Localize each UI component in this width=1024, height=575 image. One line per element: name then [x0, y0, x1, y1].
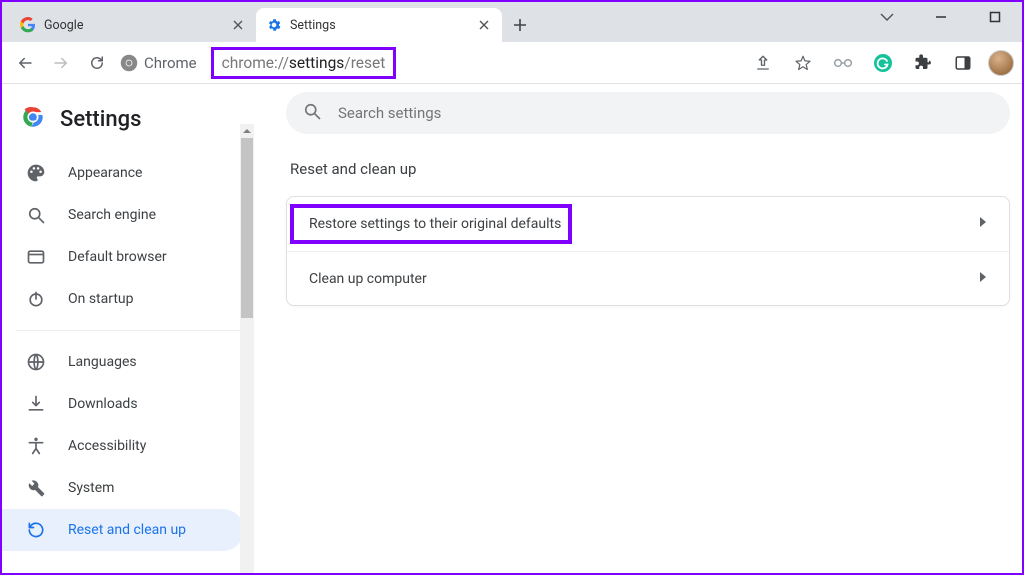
- row-label: Clean up computer: [309, 271, 427, 287]
- sidebar-item-downloads[interactable]: Downloads: [2, 383, 244, 425]
- settings-search[interactable]: [286, 92, 1010, 134]
- window-maximize-button[interactable]: [980, 8, 1010, 26]
- sidebar-item-label: Appearance: [68, 165, 142, 181]
- sidebar-item-languages[interactable]: Languages: [2, 341, 244, 383]
- close-icon[interactable]: [230, 17, 246, 33]
- sidebar-item-search-engine[interactable]: Search engine: [2, 194, 244, 236]
- tab-settings[interactable]: Settings: [256, 8, 502, 42]
- chrome-icon: [120, 54, 138, 72]
- toolbar: Chrome chrome://settings/reset: [2, 42, 1022, 84]
- tab-google[interactable]: Google: [10, 8, 256, 42]
- new-tab-button[interactable]: [506, 11, 534, 39]
- power-icon: [26, 289, 46, 309]
- sidebar-item-label: Accessibility: [68, 438, 146, 454]
- sidebar-item-reset[interactable]: Reset and clean up: [2, 509, 244, 551]
- download-icon: [26, 394, 46, 414]
- bookmark-icon[interactable]: [788, 48, 818, 78]
- chevron-right-icon: [979, 216, 987, 232]
- settings-favicon-icon: [266, 17, 282, 33]
- sidebar-item-accessibility[interactable]: Accessibility: [2, 425, 244, 467]
- close-icon[interactable]: [476, 17, 492, 33]
- sidebar-item-appearance[interactable]: Appearance: [2, 152, 244, 194]
- scroll-thumb[interactable]: [241, 138, 253, 318]
- wrench-icon: [26, 478, 46, 498]
- sidebar-item-label: Downloads: [68, 396, 138, 412]
- tab-title: Settings: [290, 18, 476, 33]
- site-identity[interactable]: Chrome: [120, 54, 197, 72]
- row-label: Restore settings to their original defau…: [309, 206, 577, 242]
- sidebar-item-default-browser[interactable]: Default browser: [2, 236, 244, 278]
- palette-icon: [26, 163, 46, 183]
- google-favicon-icon: [20, 17, 36, 33]
- tab-title: Google: [44, 18, 230, 33]
- row-restore-defaults[interactable]: Restore settings to their original defau…: [287, 197, 1009, 251]
- reset-icon: [26, 520, 46, 540]
- extensions-icon[interactable]: [908, 48, 938, 78]
- sidebar-item-label: Languages: [68, 354, 137, 370]
- globe-icon: [26, 352, 46, 372]
- extension-link-icon[interactable]: [828, 48, 858, 78]
- grammarly-icon[interactable]: [868, 48, 898, 78]
- settings-search-input[interactable]: [338, 104, 994, 122]
- profile-avatar[interactable]: [988, 50, 1014, 76]
- address-bar[interactable]: chrome://settings/reset: [211, 47, 397, 79]
- forward-button[interactable]: [46, 48, 76, 78]
- back-button[interactable]: [10, 48, 40, 78]
- sidebar-item-label: Reset and clean up: [68, 522, 186, 538]
- accessibility-icon: [26, 436, 46, 456]
- sidebar-item-label: Search engine: [68, 207, 156, 223]
- browser-icon: [26, 247, 46, 267]
- sidebar-item-on-startup[interactable]: On startup: [2, 278, 244, 320]
- sidebar-item-system[interactable]: System: [2, 467, 244, 509]
- sidebar-item-label: System: [68, 480, 114, 496]
- sidebar-item-label: On startup: [68, 291, 134, 307]
- settings-title: Settings: [60, 107, 141, 132]
- chevron-right-icon: [979, 271, 987, 287]
- scroll-up-icon[interactable]: [240, 124, 254, 138]
- share-icon[interactable]: [748, 48, 778, 78]
- reset-card: Restore settings to their original defau…: [286, 196, 1010, 306]
- search-icon: [302, 101, 322, 125]
- settings-sidebar: Settings Appearance Search engine Defaul…: [2, 84, 254, 573]
- sidebar-divider: [16, 330, 240, 331]
- chrome-logo-icon: [20, 104, 46, 134]
- sidebar-item-label: Default browser: [68, 249, 167, 265]
- tab-strip: Google Settings: [2, 2, 1022, 42]
- row-clean-up-computer[interactable]: Clean up computer: [287, 251, 1009, 305]
- search-icon: [26, 205, 46, 225]
- reload-button[interactable]: [82, 48, 112, 78]
- side-panel-icon[interactable]: [948, 48, 978, 78]
- sidebar-scrollbar[interactable]: [240, 124, 254, 573]
- site-identity-label: Chrome: [144, 54, 197, 72]
- section-title: Reset and clean up: [290, 160, 1010, 178]
- settings-main: Reset and clean up Restore settings to t…: [254, 84, 1022, 573]
- window-menu-chevron-icon[interactable]: [872, 8, 902, 26]
- window-minimize-button[interactable]: [926, 8, 956, 26]
